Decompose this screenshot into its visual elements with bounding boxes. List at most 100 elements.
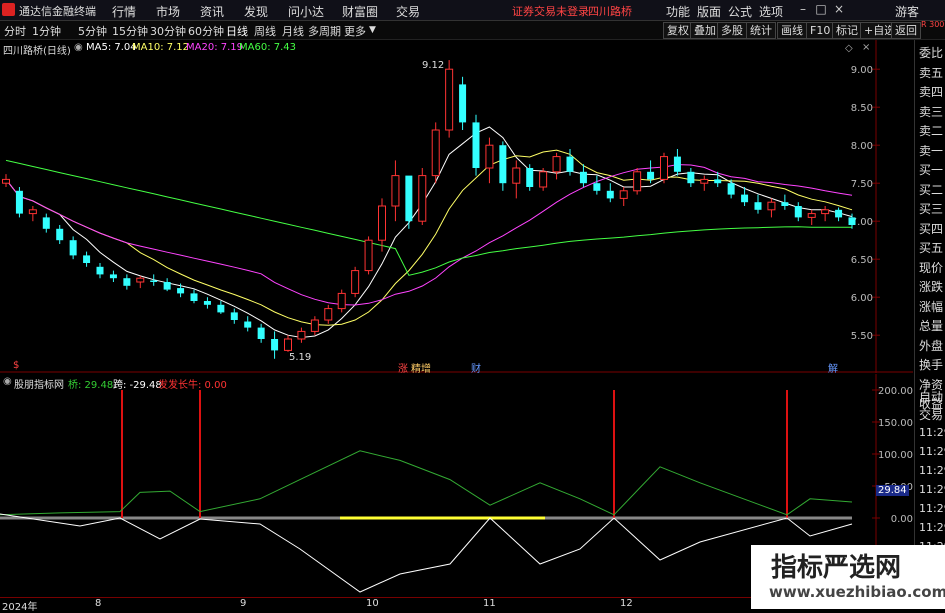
sub-y-tick-label: 150.00 [878,418,913,429]
menu-zixun[interactable]: 资讯 [200,3,224,20]
event-zhang[interactable]: 涨 [398,360,408,375]
draw-line-button[interactable]: 画线 [777,22,807,39]
minimize-icon[interactable]: – [796,2,810,16]
candle-body [526,168,534,187]
settings-toggle-icon[interactable]: ◉ [74,42,83,53]
back-button[interactable]: 返回 [891,22,921,39]
tab-5min[interactable]: 5分钟 [78,23,107,39]
x-label-12: 12 [620,598,633,609]
candle-body [150,280,158,282]
tab-daily[interactable]: 日线 [226,23,248,39]
candle-body [244,321,252,328]
close-icon[interactable]: × [832,2,846,16]
indicator-settings-icon[interactable]: ◉ [3,376,12,387]
sub-y-tick-label: 100.00 [878,450,913,461]
candle-body [539,171,548,188]
candle-body [807,213,816,218]
quote-item-3: 卖三 [919,104,944,119]
x-label-10: 10 [366,598,379,609]
kua-legend: 跨: -29.48 [113,380,162,391]
app-logo-icon [2,3,15,16]
candle-body [136,277,145,283]
ma60-legend: MA60: 7.43 [239,42,297,53]
candle-body [767,201,776,211]
indicator-title: 股朋指标网 [14,380,64,391]
candle-body [351,270,360,294]
candle-body [324,308,333,321]
candle-body [217,304,225,313]
stats-button[interactable]: 统计 [746,22,776,39]
y-tick-label: 9.00 [851,65,873,76]
quote-item-16: 换手 [919,358,944,372]
candle-body [714,179,722,184]
candle-body [472,122,480,168]
candle-body [593,183,601,191]
candle-body [271,339,279,351]
menu-xuanxiang[interactable]: 选项 [759,3,783,20]
overlay-button[interactable]: 叠加 [690,22,720,39]
menu-banmian[interactable]: 版面 [697,3,721,20]
time-entry: 11:29 [919,483,945,496]
event-dollar[interactable]: $ [13,360,19,371]
ma10-legend: MA10: 7.12 [132,42,190,53]
quote-item-6: 买一 [919,163,944,177]
candle-body [566,156,574,172]
quote-item-8: 买三 [919,202,944,216]
collapse-icon[interactable]: ◇ [845,43,853,54]
candle-body [109,274,117,279]
tab-15min[interactable]: 15分钟 [112,23,148,39]
close-pane-icon[interactable]: × [862,42,870,53]
menu-hangqing[interactable]: 行情 [112,3,136,20]
candle-body [835,209,843,218]
login-status[interactable]: 证券交易未登录 [512,3,589,19]
quote-item-1: 卖五 [919,65,944,80]
candle-body [230,312,238,320]
kline-pane[interactable]: 9.00 8.50 8.00 7.50 7.00 6.50 6.00 5.50 四川路桥(日线… [0,40,913,375]
fuquan-button[interactable]: 复权 [663,22,693,39]
guest-label[interactable]: 游客 [895,3,919,20]
candle-body [552,156,561,173]
candle-body [418,175,427,222]
quote-item-2: 卖四 [919,85,944,99]
tab-1min[interactable]: 1分钟 [32,23,61,39]
event-jingzeng[interactable]: 精增 [411,360,431,375]
y-tick-label: 6.50 [851,255,873,266]
tab-monthly[interactable]: 月线 [282,23,304,39]
time-entry: 11:29 [919,464,945,477]
candle-body [2,178,10,184]
x-label-9: 9 [240,598,247,609]
menu-gongshi[interactable]: 公式 [728,3,752,20]
tab-30min[interactable]: 30分钟 [150,23,186,39]
tab-more[interactable]: 更多 [344,23,366,39]
tab-weekly[interactable]: 周线 [254,23,276,39]
ma20-legend: MA20: 7.19 [186,42,244,53]
event-cai[interactable]: 财 [471,360,481,375]
maximize-icon[interactable]: □ [814,2,828,16]
candle-body [123,278,131,286]
candle-body [673,156,681,172]
chart-title: 四川路桥(日线) [3,46,71,57]
candle-body [700,178,709,184]
mark-button[interactable]: 标记 [832,22,862,39]
tab-fenshi[interactable]: 分时 [4,23,26,39]
menu-bar: 通达信金融终端 行情 市场 资讯 发现 问小达 财富圈 交易 证券交易未登录 四… [0,0,945,21]
tab-multi-period[interactable]: 多周期 [308,23,341,39]
chevron-down-icon[interactable]: ▼ [369,25,376,35]
y-tick-label: 5.50 [851,331,873,342]
sub-y-tick-label: 200.00 [878,386,913,397]
quote-item-20: 交易 [919,408,944,422]
watermark: 指标严选网 www.xuezhibiao.com [751,545,945,609]
menu-gongneng[interactable]: 功能 [666,3,690,20]
quote-item-4: 卖二 [919,124,944,138]
event-jie[interactable]: 解 [828,360,838,375]
menu-shichang[interactable]: 市场 [156,3,180,20]
f10-button[interactable]: F10 [806,22,835,39]
tab-60min[interactable]: 60分钟 [188,23,224,39]
menu-caifuquan[interactable]: 财富圈 [342,3,378,20]
multi-stock-button[interactable]: 多股 [717,22,747,39]
menu-faxian[interactable]: 发现 [244,3,268,20]
menu-jiaoyi[interactable]: 交易 [396,3,420,20]
menu-wenxiaoda[interactable]: 问小达 [288,3,324,20]
candle-body [459,84,467,123]
candle-body [69,240,77,256]
